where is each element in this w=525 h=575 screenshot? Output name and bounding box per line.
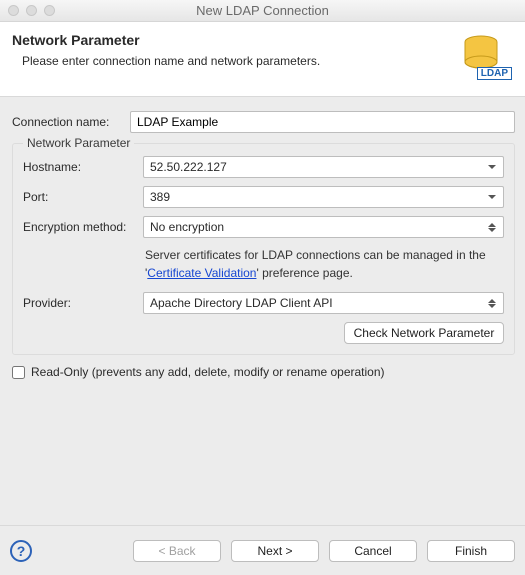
wizard-footer: ? < Back Next > Cancel Finish (0, 525, 525, 575)
chevron-down-icon (487, 195, 497, 199)
zoom-window-button[interactable] (44, 5, 55, 16)
hostname-value: 52.50.222.127 (150, 160, 227, 174)
help-button[interactable]: ? (10, 540, 32, 562)
cancel-button[interactable]: Cancel (329, 540, 417, 562)
encryption-value: No encryption (150, 220, 224, 234)
updown-icon (487, 299, 497, 308)
certificate-hint: Server certificates for LDAP connections… (145, 246, 504, 282)
port-value: 389 (150, 190, 170, 204)
encryption-label: Encryption method: (23, 220, 143, 234)
minimize-window-button[interactable] (26, 5, 37, 16)
back-button[interactable]: < Back (133, 540, 221, 562)
wizard-header: Network Parameter Please enter connectio… (0, 22, 525, 97)
window-controls (0, 5, 55, 16)
finish-button[interactable]: Finish (427, 540, 515, 562)
updown-icon (487, 223, 497, 232)
ldap-icon: LDAP (455, 32, 511, 84)
provider-label: Provider: (23, 296, 143, 310)
network-parameter-group: Network Parameter Hostname: 52.50.222.12… (12, 143, 515, 355)
port-combo[interactable]: 389 (143, 186, 504, 208)
page-subtitle: Please enter connection name and network… (22, 54, 320, 68)
hostname-label: Hostname: (23, 160, 143, 174)
chevron-down-icon (487, 165, 497, 169)
check-network-parameter-button[interactable]: Check Network Parameter (344, 322, 504, 344)
provider-select[interactable]: Apache Directory LDAP Client API (143, 292, 504, 314)
connection-name-label: Connection name: (12, 115, 130, 129)
provider-value: Apache Directory LDAP Client API (150, 296, 333, 310)
read-only-label: Read-Only (prevents any add, delete, mod… (31, 365, 385, 379)
group-title: Network Parameter (23, 136, 134, 150)
encryption-method-select[interactable]: No encryption (143, 216, 504, 238)
read-only-checkbox[interactable] (12, 366, 25, 379)
next-button[interactable]: Next > (231, 540, 319, 562)
cert-hint-post: ' preference page. (256, 266, 352, 280)
window-titlebar: New LDAP Connection (0, 0, 525, 22)
window-title: New LDAP Connection (0, 3, 525, 18)
hostname-combo[interactable]: 52.50.222.127 (143, 156, 504, 178)
close-window-button[interactable] (8, 5, 19, 16)
port-label: Port: (23, 190, 143, 204)
certificate-validation-link[interactable]: Certificate Validation (147, 266, 256, 280)
ldap-badge-label: LDAP (477, 67, 512, 80)
page-title: Network Parameter (12, 32, 320, 48)
connection-name-input[interactable] (130, 111, 515, 133)
